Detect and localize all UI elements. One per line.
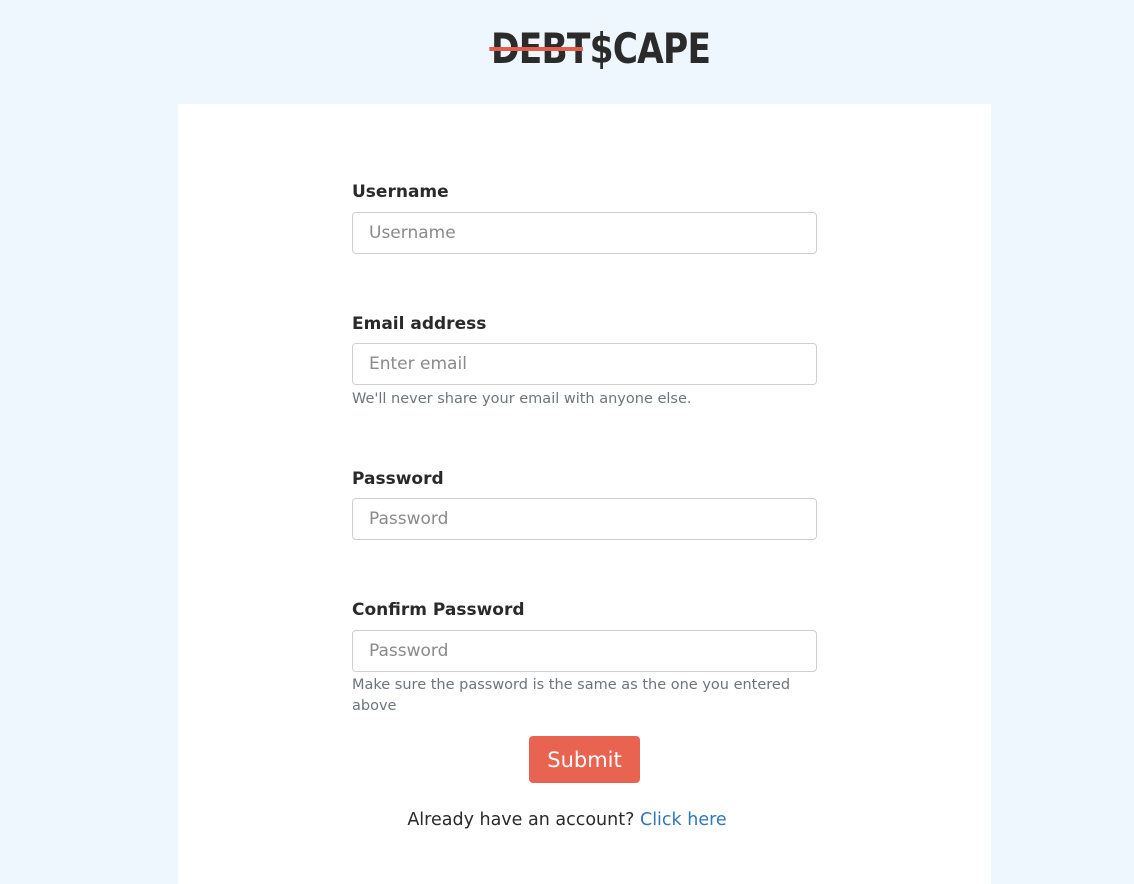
email-label: Email address (352, 314, 487, 334)
logo-dollar-symbol: $ (589, 23, 614, 73)
confirm-password-input[interactable] (352, 630, 817, 672)
submit-button[interactable]: Submit (529, 736, 640, 783)
logo-rest-text: CAPE (612, 23, 711, 73)
email-help-text: We'll never share your email with anyone… (352, 391, 692, 407)
debtscape-logo[interactable]: DEBT $ CAPE (489, 22, 711, 74)
confirm-password-help-text: Make sure the password is the same as th… (352, 677, 791, 714)
login-prompt: Already have an account? Click here (0, 808, 1134, 832)
login-link[interactable]: Click here (640, 810, 727, 830)
confirm-password-label: Confirm Password (352, 600, 525, 620)
email-input[interactable] (352, 343, 817, 385)
username-input[interactable] (352, 212, 817, 254)
password-label: Password (352, 469, 444, 489)
logo-struck-text: DEBT (489, 23, 590, 73)
username-label: Username (352, 182, 449, 202)
logo-strikethrough (489, 47, 584, 51)
header: DEBT $ CAPE (0, 0, 1134, 104)
login-prompt-text: Already have an account? (407, 810, 635, 830)
password-input[interactable] (352, 498, 817, 540)
